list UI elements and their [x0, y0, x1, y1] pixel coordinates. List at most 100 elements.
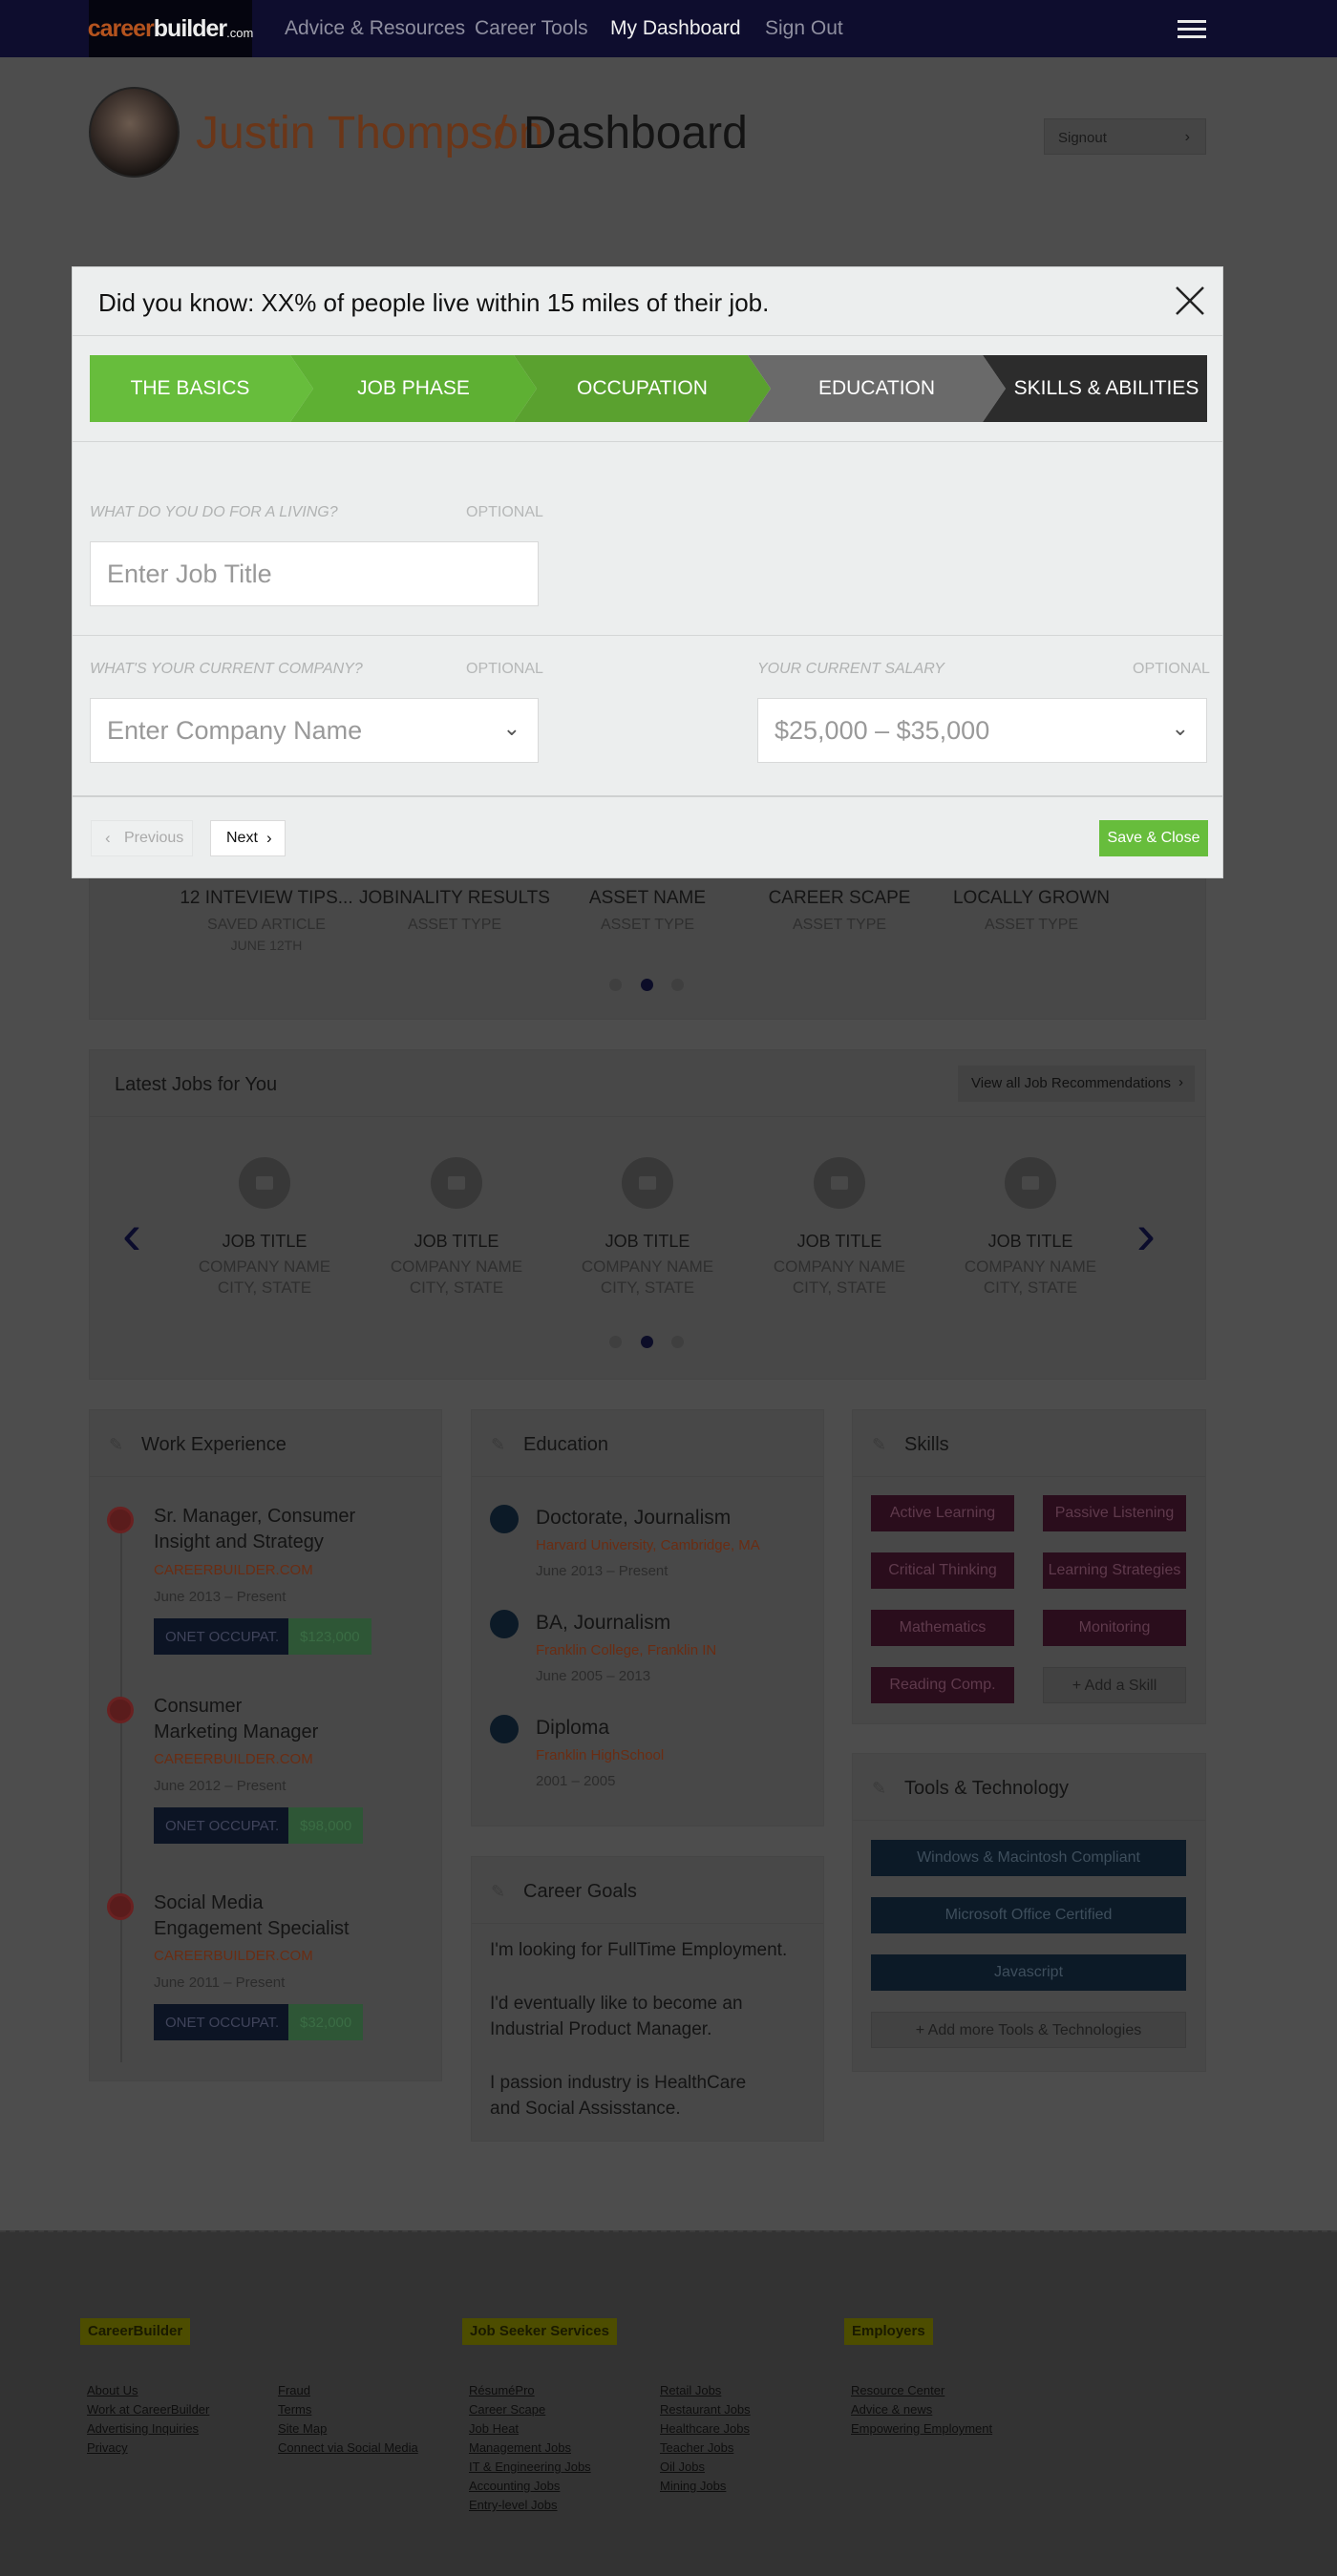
tool-tag[interactable]: Windows & Macintosh Compliant: [871, 1840, 1186, 1876]
job-card[interactable]: JOB TITLE COMPANY NAME CITY, STATE: [179, 1157, 350, 1299]
footer-links: RésuméPro Career Scape Job Heat Manageme…: [469, 2381, 591, 2515]
step-education[interactable]: EDUCATION: [771, 355, 983, 422]
footer: CareerBuilder About Us Work at CareerBui…: [0, 2230, 1337, 2576]
footer-link[interactable]: Oil Jobs: [660, 2458, 751, 2477]
asset-card[interactable]: CAREER SCAPE ASSET TYPE: [744, 888, 935, 934]
asset-card[interactable]: LOCALLY GROWN ASSET TYPE: [936, 888, 1127, 934]
pencil-edit-icon[interactable]: ✎: [491, 1435, 508, 1454]
job-card[interactable]: JOB TITLE COMPANY NAME CITY, STATE: [562, 1157, 733, 1299]
asset-card[interactable]: JOBINALITY RESULTS ASSET TYPE: [359, 888, 550, 934]
job-title-input[interactable]: Enter Job Title: [90, 541, 539, 606]
step-occupation[interactable]: OCCUPATION: [537, 355, 748, 422]
footer-link[interactable]: Connect via Social Media: [278, 2439, 418, 2458]
panel-header: ✎ Education: [472, 1410, 823, 1477]
panel-title: Latest Jobs for You: [115, 1074, 278, 1095]
pencil-edit-icon[interactable]: ✎: [872, 1435, 889, 1454]
next-button[interactable]: Next ›: [210, 820, 286, 856]
skill-tag[interactable]: Active Learning: [871, 1495, 1014, 1531]
job-card[interactable]: JOB TITLE COMPANY NAME CITY, STATE: [371, 1157, 542, 1299]
onet-tag[interactable]: ONET OCCUPAT.: [154, 1807, 291, 1844]
footer-link[interactable]: RésuméPro: [469, 2381, 591, 2400]
signout-button[interactable]: Signout ›: [1044, 118, 1206, 155]
add-tool-button[interactable]: + Add more Tools & Technologies: [871, 2012, 1186, 2048]
footer-link[interactable]: Entry-level Jobs: [469, 2496, 591, 2515]
footer-link[interactable]: Job Heat: [469, 2419, 591, 2439]
skill-tag[interactable]: Monitoring: [1043, 1610, 1186, 1646]
carousel-dot[interactable]: [671, 979, 684, 991]
career-goal: I'd eventually like to become an Industri…: [490, 1994, 743, 2039]
view-all-jobs-button[interactable]: View all Job Recommendations ›: [958, 1066, 1195, 1102]
footer-links: Fraud Terms Site Map Connect via Social …: [278, 2381, 418, 2458]
school: Franklin HighSchool: [536, 1747, 665, 1763]
step-skills-abilities[interactable]: SKILLS & ABILITIES: [1006, 355, 1207, 422]
skill-tag[interactable]: Passive Listening: [1043, 1495, 1186, 1531]
degree: Diploma: [536, 1717, 610, 1739]
skill-tag[interactable]: Learning Strategies: [1043, 1552, 1186, 1589]
footer-link[interactable]: Management Jobs: [469, 2439, 591, 2458]
footer-link[interactable]: Fraud: [278, 2381, 418, 2400]
footer-link[interactable]: Empowering Employment: [851, 2419, 992, 2439]
pencil-edit-icon[interactable]: ✎: [872, 1779, 889, 1798]
pencil-edit-icon[interactable]: ✎: [109, 1435, 126, 1454]
footer-link[interactable]: About Us: [87, 2381, 209, 2400]
carousel-dot[interactable]: [671, 1336, 684, 1348]
tool-tag[interactable]: Microsoft Office Certified: [871, 1897, 1186, 1933]
footer-link[interactable]: Accounting Jobs: [469, 2477, 591, 2496]
footer-link[interactable]: Restaurant Jobs: [660, 2400, 751, 2419]
footer-link[interactable]: Privacy: [87, 2439, 209, 2458]
skill-tag[interactable]: Reading Comp.: [871, 1667, 1014, 1703]
skill-tag[interactable]: Mathematics: [871, 1610, 1014, 1646]
salary-select[interactable]: $25,000 – $35,000 ⌄: [757, 698, 1207, 763]
nav-advice-resources[interactable]: Advice & Resources: [285, 17, 465, 40]
nav-sign-out[interactable]: Sign Out: [765, 17, 843, 40]
carousel-dot[interactable]: [609, 1336, 622, 1348]
briefcase-icon: [107, 1893, 134, 1920]
carousel-next-arrow-icon[interactable]: ›: [1136, 1201, 1156, 1267]
step-job-phase[interactable]: JOB PHASE: [313, 355, 514, 422]
footer-link[interactable]: Resource Center: [851, 2381, 992, 2400]
footer-link[interactable]: Advertising Inquiries: [87, 2419, 209, 2439]
nav-career-tools[interactable]: Career Tools: [475, 17, 588, 40]
carousel-dot-active[interactable]: [641, 979, 653, 991]
onet-tag[interactable]: ONET OCCUPAT.: [154, 2004, 291, 2040]
panel-title: Education: [523, 1434, 608, 1455]
tool-tag[interactable]: Javascript: [871, 1954, 1186, 1991]
skill-tag[interactable]: Critical Thinking: [871, 1552, 1014, 1589]
footer-link[interactable]: Healthcare Jobs: [660, 2419, 751, 2439]
carousel-dot-active[interactable]: [641, 1336, 653, 1348]
user-name: Justin Thompson: [196, 108, 544, 158]
footer-link[interactable]: Retail Jobs: [660, 2381, 751, 2400]
footer-link[interactable]: Terms: [278, 2400, 418, 2419]
previous-button[interactable]: ‹ Previous: [91, 820, 193, 856]
save-close-button[interactable]: Save & Close: [1099, 820, 1208, 856]
add-skill-button[interactable]: + Add a Skill: [1043, 1667, 1186, 1703]
footer-link[interactable]: Work at CareerBuilder: [87, 2400, 209, 2419]
graduation-cap-icon: [490, 1505, 519, 1533]
company-name: CAREERBUILDER.COM: [154, 1948, 313, 1964]
onet-tag[interactable]: ONET OCCUPAT.: [154, 1618, 291, 1655]
close-icon[interactable]: [1174, 285, 1206, 317]
hamburger-menu-icon[interactable]: [1178, 20, 1206, 39]
footer-link[interactable]: Career Scape: [469, 2400, 591, 2419]
job-card[interactable]: JOB TITLE COMPANY NAME CITY, STATE: [944, 1157, 1116, 1299]
footer-link[interactable]: IT & Engineering Jobs: [469, 2458, 591, 2477]
career-goal: I passion industry is HealthCare and Soci…: [490, 2073, 747, 2119]
footer-link[interactable]: Advice & news: [851, 2400, 992, 2419]
asset-card[interactable]: 12 INTEVIEW TIPS... SAVED ARTICLE JUNE 1…: [171, 888, 362, 953]
asset-card[interactable]: ASSET NAME ASSET TYPE: [552, 888, 743, 934]
job-dates: June 2012 – Present: [154, 1778, 286, 1794]
nav-my-dashboard[interactable]: My Dashboard: [610, 17, 741, 40]
step-the-basics[interactable]: THE BASICS: [90, 355, 290, 422]
carousel-dot[interactable]: [609, 979, 622, 991]
pencil-edit-icon[interactable]: ✎: [491, 1882, 508, 1901]
chevron-right-icon: ›: [1178, 1074, 1183, 1090]
chevron-down-icon: ⌄: [1171, 716, 1189, 740]
careerbuilder-logo[interactable]: career builder .com: [88, 0, 253, 57]
footer-link[interactable]: Site Map: [278, 2419, 418, 2439]
panel-title: Tools & Technology: [904, 1778, 1069, 1799]
company-select[interactable]: Enter Company Name ⌄: [90, 698, 539, 763]
job-card[interactable]: JOB TITLE COMPANY NAME CITY, STATE: [753, 1157, 925, 1299]
footer-link[interactable]: Teacher Jobs: [660, 2439, 751, 2458]
carousel-prev-arrow-icon[interactable]: ‹: [122, 1201, 141, 1267]
footer-link[interactable]: Mining Jobs: [660, 2477, 751, 2496]
